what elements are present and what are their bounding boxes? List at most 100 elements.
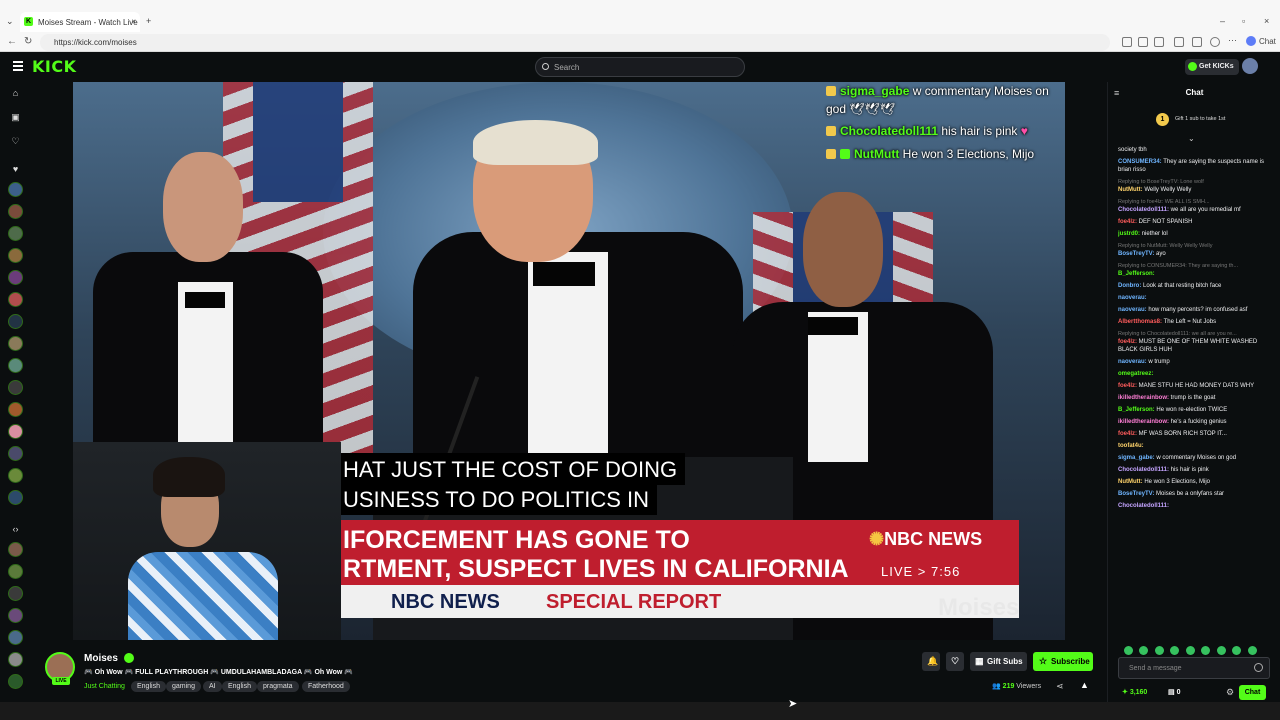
favorites-icon[interactable] xyxy=(1192,37,1202,47)
followed-channel-avatar[interactable] xyxy=(8,270,23,285)
chat-username[interactable]: justrd0: xyxy=(1118,231,1140,237)
chat-username[interactable]: naoverau: xyxy=(1118,295,1147,301)
chat-username[interactable]: sigma_gabe: xyxy=(1118,455,1155,461)
followed-channel-avatar[interactable] xyxy=(8,468,23,483)
tag-chip[interactable]: pragmata xyxy=(257,681,299,692)
emote-icon[interactable] xyxy=(1216,646,1226,655)
followed-channel-avatar[interactable] xyxy=(8,292,23,307)
chat-settings-icon[interactable]: ⚙ xyxy=(1226,687,1234,698)
followed-channel-avatar[interactable] xyxy=(8,204,23,219)
chat-username[interactable]: foe4lz: xyxy=(1118,383,1137,389)
split-screen-icon[interactable] xyxy=(1174,37,1184,47)
chat-username[interactable]: naoverau: xyxy=(1118,359,1147,365)
tag-chip[interactable]: AI xyxy=(203,681,222,692)
chat-username[interactable]: foe4lz: xyxy=(1118,431,1137,437)
reply-reference[interactable]: Replying to foe4lz: WE ALL IS SMH... xyxy=(1118,198,1276,206)
gift-subs-button[interactable]: ▦ Gift Subs xyxy=(970,652,1027,671)
share-icon[interactable]: ⋖ xyxy=(1056,681,1064,692)
emote-icon[interactable] xyxy=(1154,646,1164,655)
copilot-chat-label[interactable]: Chat xyxy=(1259,37,1276,46)
chat-username[interactable]: foe4lz: xyxy=(1118,219,1137,225)
read-aloud-icon[interactable] xyxy=(1122,37,1132,47)
chat-username[interactable]: NutMutt: xyxy=(1118,187,1143,193)
followed-channel-avatar[interactable] xyxy=(8,402,23,417)
reply-reference[interactable]: Replying to CONSUMER34: They are saying … xyxy=(1118,262,1276,270)
recommended-channel-avatar[interactable] xyxy=(8,674,23,689)
recommended-channel-avatar[interactable] xyxy=(8,564,23,579)
streamer-name[interactable]: Moises xyxy=(84,653,118,664)
chat-username[interactable]: Chocolatedoll111: xyxy=(1118,467,1169,473)
extensions-icon[interactable] xyxy=(1154,37,1164,47)
recommended-channel-avatar[interactable] xyxy=(8,608,23,623)
following-icon[interactable]: ♡ xyxy=(11,137,20,146)
minimize-icon[interactable]: – xyxy=(1220,16,1225,26)
close-tab-icon[interactable]: × xyxy=(131,17,136,26)
more-icon[interactable]: ⋯ xyxy=(1228,35,1238,45)
reply-reference[interactable]: Replying to Chocolatedoll111: we all are… xyxy=(1118,330,1276,338)
followed-channel-avatar[interactable] xyxy=(8,490,23,505)
chat-username[interactable]: Chocolatedoll111: xyxy=(1118,207,1169,213)
notification-button[interactable]: 🔔 xyxy=(922,652,940,671)
chat-send-button[interactable]: Chat xyxy=(1239,685,1266,700)
subscribe-button[interactable]: ☆ Subscribe xyxy=(1033,652,1093,671)
gift-leaderboard-banner[interactable]: 1 Gift 1 sub to take 1st xyxy=(1108,110,1280,130)
chat-username[interactable]: B_Jefferson: xyxy=(1118,271,1155,277)
tag-chip[interactable]: Fatherhood xyxy=(302,681,350,692)
emote-icon[interactable] xyxy=(1139,646,1149,655)
followed-channel-avatar[interactable] xyxy=(8,248,23,263)
followed-channel-avatar[interactable] xyxy=(8,380,23,395)
followed-channel-avatar[interactable] xyxy=(8,424,23,439)
chat-username[interactable]: naoverau: xyxy=(1118,307,1147,313)
channel-points[interactable]: ✦ 3,160 xyxy=(1122,688,1147,696)
emote-icon[interactable] xyxy=(1124,646,1133,655)
followed-channel-avatar[interactable] xyxy=(8,446,23,461)
followed-channel-avatar[interactable] xyxy=(8,358,23,373)
emote-icon[interactable] xyxy=(1232,646,1242,655)
search-input[interactable]: Search xyxy=(535,57,745,77)
recommended-channel-avatar[interactable] xyxy=(8,542,23,557)
report-icon[interactable]: ▲ xyxy=(1080,680,1089,690)
recommended-channel-avatar[interactable] xyxy=(8,630,23,645)
followed-channel-avatar[interactable] xyxy=(8,226,23,241)
close-window-icon[interactable]: × xyxy=(1264,16,1269,26)
tab-list-icon[interactable]: ⌄ xyxy=(6,16,14,27)
menu-icon[interactable] xyxy=(13,61,23,71)
emote-icon[interactable] xyxy=(1185,646,1195,655)
chat-username[interactable]: toofat4u: xyxy=(1118,443,1144,449)
url-field[interactable]: https://kick.com/moises xyxy=(40,34,1110,51)
emoji-picker-icon[interactable] xyxy=(1254,663,1263,672)
followed-channel-avatar[interactable] xyxy=(8,314,23,329)
chat-username[interactable]: NutMutt: xyxy=(1118,479,1143,485)
maximize-icon[interactable]: ▫ xyxy=(1242,16,1245,26)
browse-icon[interactable]: ▣ xyxy=(11,113,20,122)
kicks-balance[interactable]: ▤ 0 xyxy=(1168,688,1180,696)
recommended-channel-avatar[interactable] xyxy=(8,652,23,667)
get-kicks-button[interactable]: Get KICKs xyxy=(1185,59,1239,75)
chat-username[interactable]: Donbro: xyxy=(1118,283,1141,289)
back-icon[interactable]: ← xyxy=(7,36,17,47)
category-link[interactable]: Just Chatting xyxy=(84,683,125,690)
kick-logo[interactable]: KICK xyxy=(32,57,77,76)
chat-username[interactable]: CONSUMER34: xyxy=(1118,159,1162,165)
tag-chip[interactable]: English xyxy=(131,681,166,692)
chat-username[interactable]: B_Jefferson: xyxy=(1118,407,1155,413)
chat-username[interactable]: foe4lz: xyxy=(1118,339,1137,345)
chat-username[interactable]: BoseTreyTV: xyxy=(1118,491,1154,497)
refresh-icon[interactable]: ↻ xyxy=(24,36,32,47)
browser-tab[interactable]: K Moises Stream - Watch Live o... × xyxy=(20,12,140,32)
chat-username[interactable]: BoseTreyTV: xyxy=(1118,251,1154,257)
emote-icon[interactable] xyxy=(1201,646,1211,655)
emote-icon[interactable] xyxy=(1247,646,1257,655)
chat-username[interactable]: ikilledtherainbow: xyxy=(1118,395,1169,401)
pinned-expand-icon[interactable]: ⌄ xyxy=(1188,134,1195,143)
follow-button[interactable]: ♡ xyxy=(946,652,964,671)
chat-message-input[interactable]: Send a message xyxy=(1118,657,1270,679)
favorite-star-icon[interactable] xyxy=(1138,37,1148,47)
new-tab-icon[interactable]: + xyxy=(146,16,151,26)
chat-username[interactable]: omegatreez: xyxy=(1118,371,1153,377)
reply-reference[interactable]: Replying to BoseTreyTV: Lone wolf xyxy=(1118,178,1276,186)
reply-reference[interactable]: Replying to NutMutt: Welly Welly Welly xyxy=(1118,242,1276,250)
chat-username[interactable]: Albertthomas8: xyxy=(1118,319,1162,325)
recommended-channel-avatar[interactable] xyxy=(8,586,23,601)
user-avatar[interactable] xyxy=(1242,58,1258,74)
